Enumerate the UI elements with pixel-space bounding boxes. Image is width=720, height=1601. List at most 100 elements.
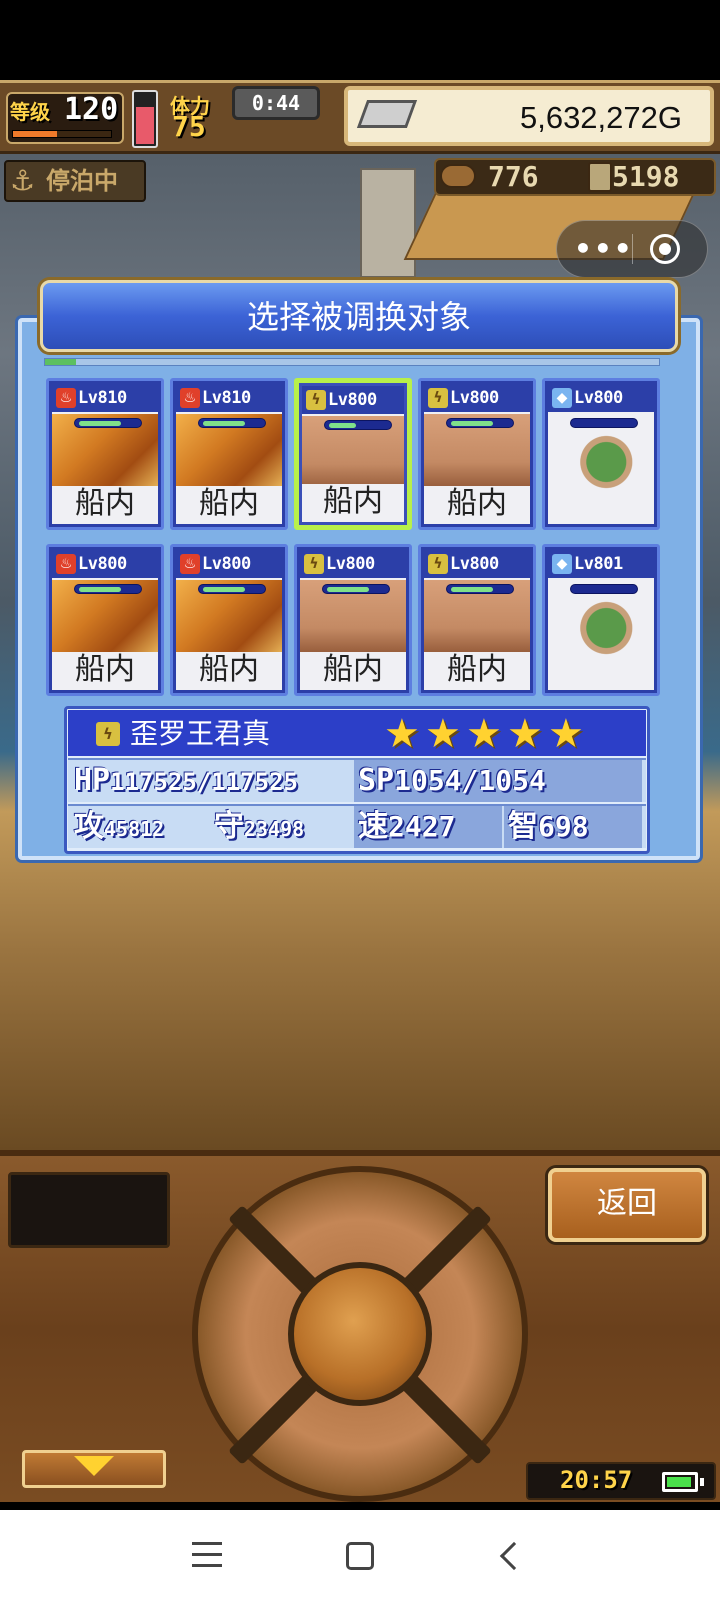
card-location-label: 船内 (52, 486, 158, 522)
card-hp-fill (327, 587, 369, 592)
card-location-label: 船内 (424, 652, 530, 688)
star-icon: ★ (466, 711, 502, 757)
card-header: ♨ Lv810 (52, 384, 158, 412)
unit-card[interactable]: ♨ Lv800 船内 (170, 544, 288, 696)
ore-amount: 5198 (612, 160, 680, 193)
thunder-element-icon: ϟ (428, 554, 448, 574)
card-header: ◆ Lv800 (548, 384, 654, 412)
stamina-gauge-fill (136, 107, 154, 144)
hp-label: HP (74, 763, 111, 798)
card-header: ϟ Lv800 (302, 386, 404, 414)
card-location-label: 船内 (176, 652, 282, 688)
card-header: ♨ Lv810 (176, 384, 282, 412)
card-hp-fill (79, 587, 121, 592)
card-hp-bar (570, 584, 638, 594)
unit-card[interactable]: ϟ Lv800 船内 (418, 544, 536, 696)
attack-stat: 攻45812 (74, 806, 212, 848)
card-hp-fill (451, 421, 493, 426)
fire-element-icon: ♨ (180, 388, 200, 408)
card-hp-bar (322, 584, 390, 594)
thunder-element-icon: ϟ (428, 388, 448, 408)
card-level: Lv800 (328, 390, 377, 410)
unit-card[interactable]: ♨ Lv800 船内 (46, 544, 164, 696)
dpad-center-button[interactable] (288, 1262, 432, 1406)
card-header: ϟ Lv800 (424, 384, 530, 412)
card-body: ♨ Lv800 船内 (176, 550, 282, 690)
wood-log-icon (440, 164, 476, 188)
intelligence-stat: 智698 (504, 806, 642, 848)
card-location-label: 船内 (176, 486, 282, 522)
battery-tip (700, 1478, 704, 1486)
card-location-label: 船内 (52, 652, 158, 688)
card-hp-bar (198, 584, 266, 594)
card-level: Lv800 (78, 554, 127, 574)
fire-element-icon: ♨ (180, 554, 200, 574)
hp-value: 117525/117525 (110, 768, 298, 796)
speed-label: 速 (358, 809, 388, 844)
unit-card[interactable]: ♨ Lv810 船内 (46, 378, 164, 530)
card-header: ♨ Lv800 (52, 550, 158, 578)
card-hp-bar (74, 584, 142, 594)
attack-label: 攻 (74, 809, 104, 844)
unit-card[interactable]: ♨ Lv810 船内 (170, 378, 288, 530)
card-body: ♨ Lv800 船内 (52, 550, 158, 690)
anchor-icon: ⚓ (10, 164, 36, 197)
thunder-element-icon: ϟ (96, 722, 120, 746)
exp-bar-fill (13, 131, 57, 137)
close-mini-program-dot (659, 243, 671, 255)
defense-label: 守 (214, 809, 244, 844)
card-body: ◆ Lv800 (548, 384, 654, 524)
star-icon: ★ (548, 711, 584, 757)
defense-stat: 守23498 (214, 806, 354, 848)
card-hp-fill (203, 587, 245, 592)
star-icon: ★ (425, 711, 461, 757)
card-location-label: 船内 (300, 652, 406, 688)
intelligence-label: 智 (508, 809, 538, 844)
card-header: ◆ Lv801 (548, 550, 654, 578)
thunder-element-icon: ϟ (304, 554, 324, 574)
card-level: Lv810 (202, 388, 251, 408)
speed-stat: 速2427 (354, 806, 502, 848)
unit-name: 歪罗王君真 (130, 717, 271, 750)
card-hp-bar (446, 584, 514, 594)
speed-value: 2427 (388, 810, 456, 843)
card-hp-bar (324, 420, 392, 430)
fire-element-icon: ♨ (56, 388, 76, 408)
stamina-timer: 0:44 (232, 86, 320, 120)
unit-card[interactable]: ϟ Lv800 船内 (418, 378, 536, 530)
card-level: Lv801 (574, 554, 623, 574)
more-options-icon[interactable]: ••• (574, 232, 632, 265)
card-hp-fill (451, 587, 493, 592)
card-hp-fill (329, 423, 356, 428)
star-icon: ★ (507, 711, 543, 757)
scroll-progress-fill (45, 359, 76, 365)
unit-card[interactable]: ◆ Lv801 (542, 544, 660, 696)
back-button[interactable]: 返回 (548, 1168, 706, 1242)
level-value: 120 (64, 92, 119, 127)
card-body: ♨ Lv810 船内 (176, 384, 282, 524)
unit-card[interactable]: ϟ Lv800 船内 (294, 378, 412, 530)
attack-value: 45812 (104, 817, 165, 841)
card-hp-bar (74, 418, 142, 428)
card-header: ϟ Lv800 (424, 550, 530, 578)
stat-row-attributes: 攻45812 守23498 速2427 智698 (68, 804, 646, 848)
lighthouse-tower (360, 168, 416, 278)
card-body: ◆ Lv801 (548, 550, 654, 690)
card-level: Lv800 (450, 388, 499, 408)
home-icon[interactable] (346, 1542, 374, 1570)
gold-amount: 5,632,272G (519, 100, 682, 135)
sp-value: 1054/1054 (394, 764, 546, 797)
unit-card[interactable]: ϟ Lv800 船内 (294, 544, 412, 696)
card-hp-bar (570, 418, 638, 428)
recent-apps-icon[interactable] (192, 1542, 222, 1568)
wood-amount: 776 (488, 160, 539, 193)
card-hp-bar (198, 418, 266, 428)
unit-card[interactable]: ◆ Lv800 (542, 378, 660, 530)
defense-value: 23498 (244, 817, 305, 841)
card-hp-fill (79, 421, 121, 426)
scroll-progress-track (44, 358, 660, 366)
card-level: Lv810 (78, 388, 127, 408)
dialog-title: 选择被调换对象 (246, 298, 471, 336)
mini-screen-slot (8, 1172, 170, 1248)
card-header: ♨ Lv800 (176, 550, 282, 578)
